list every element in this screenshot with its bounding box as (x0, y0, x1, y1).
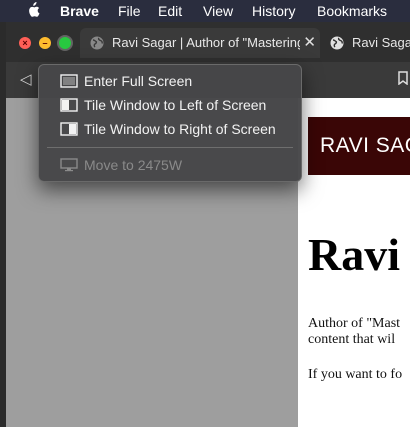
page-heading: Ravi (308, 229, 400, 280)
maximize-window-button[interactable] (59, 37, 71, 49)
intro-line-2: content that wil (308, 332, 396, 347)
apple-logo-icon[interactable] (26, 2, 40, 18)
tile-left-icon (60, 98, 78, 112)
close-window-button[interactable]: × (19, 37, 31, 49)
menu-item-enter-full-screen[interactable]: Enter Full Screen (39, 70, 301, 92)
menu-item-label: Enter Full Screen (84, 73, 193, 89)
menu-separator (47, 147, 293, 148)
menu-item-tile-right[interactable]: Tile Window to Right of Screen (39, 118, 301, 140)
globe-icon (330, 36, 344, 50)
minimize-icon: – (42, 38, 48, 48)
tab-title: Ravi Sagar (352, 35, 410, 50)
web-page: RAVI SAGA Ravi Author of "Mast content t… (298, 98, 410, 427)
back-arrow-icon[interactable]: ◁ (20, 70, 32, 88)
menu-app-name[interactable]: Brave (60, 3, 99, 19)
tab-strip: × – Ravi Sagar | Author of "Mastering ✕ … (6, 22, 410, 63)
close-tab-icon[interactable]: ✕ (300, 33, 316, 51)
site-banner[interactable]: RAVI SAGA (308, 117, 410, 175)
menu-view[interactable]: View (203, 3, 233, 19)
display-icon (60, 158, 78, 172)
menu-item-label: Move to 2475W (84, 157, 183, 173)
menu-item-label: Tile Window to Left of Screen (84, 97, 267, 113)
menu-history[interactable]: History (252, 3, 296, 19)
intro-line-3: If you want to fo (308, 367, 403, 382)
bookmark-icon[interactable] (398, 71, 408, 85)
menu-edit[interactable]: Edit (158, 3, 182, 19)
full-screen-icon (60, 74, 78, 88)
menu-bookmarks[interactable]: Bookmarks (317, 3, 387, 19)
tab-ravi-sagar-author[interactable]: Ravi Sagar | Author of "Mastering ✕ (80, 28, 320, 58)
menu-item-label: Tile Window to Right of Screen (84, 121, 276, 137)
globe-icon (90, 36, 104, 50)
window-tiling-menu: Enter Full Screen Tile Window to Left of… (38, 64, 302, 182)
intro-line-1: Author of "Mast (308, 316, 401, 331)
tab-title: Ravi Sagar | Author of "Mastering (112, 35, 305, 50)
close-icon: × (22, 38, 28, 48)
menu-file[interactable]: File (118, 3, 141, 19)
menu-item-tile-left[interactable]: Tile Window to Left of Screen (39, 94, 301, 116)
menu-item-move-to-display: Move to 2475W (39, 154, 301, 176)
tile-right-icon (60, 122, 78, 136)
minimize-window-button[interactable]: – (39, 37, 51, 49)
macos-menu-bar: Brave File Edit View History Bookmarks (0, 0, 410, 22)
tab-ravi-sagar[interactable]: Ravi Sagar (322, 28, 410, 58)
